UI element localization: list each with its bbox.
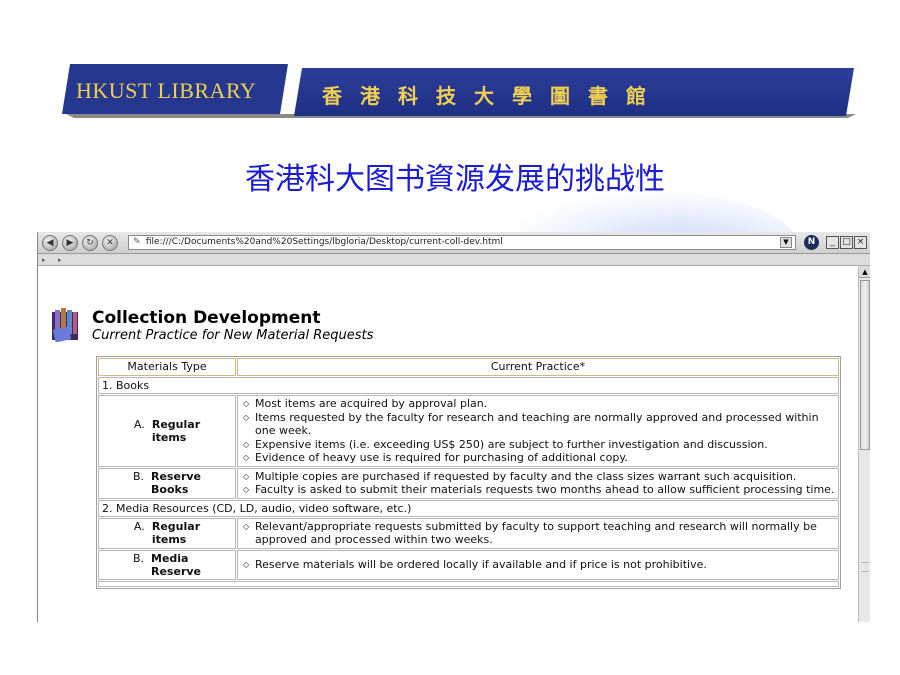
browser-window: ◀ ▶ ↻ ✕ ✎ file:///C:/Documents%20and%20S…: [37, 232, 870, 622]
books-icon: [52, 308, 78, 342]
address-bar[interactable]: ✎ file:///C:/Documents%20and%20Settings/…: [128, 235, 796, 250]
current-practice-header: Current Practice*: [237, 358, 839, 376]
item-letter: A.: [133, 417, 145, 431]
banner-chinese-text: 香港科技大學圖書館: [322, 84, 664, 108]
item-label-second: Reserve: [151, 564, 201, 578]
tab-strip: ▸ ▸: [38, 254, 870, 266]
item-label-second: Books: [151, 483, 189, 496]
item-letter: B.: [133, 551, 145, 565]
list-item: Expensive items (i.e. exceeding US$ 250)…: [241, 438, 835, 452]
practice-table: Materials Type Current Practice* 1. Book…: [96, 356, 841, 589]
page-icon: ✎: [133, 237, 141, 247]
list-item: Items requested by the faculty for resea…: [241, 411, 835, 438]
reload-icon[interactable]: ↻: [82, 235, 98, 251]
material-type-cell: B. Media Reserve: [98, 549, 236, 580]
address-dropdown-icon[interactable]: ▼: [780, 237, 792, 248]
library-banner: HKUST LIBRARY 香港科技大學圖書館: [62, 64, 858, 118]
materials-type-header: Materials Type: [98, 358, 236, 376]
vertical-scrollbar[interactable]: ▲: [858, 266, 870, 622]
list-item: Multiple copies are purchased if request…: [241, 470, 835, 484]
list-item: Relevant/appropriate requests submitted …: [241, 520, 835, 547]
material-type-cell: B. Reserve Books: [98, 467, 236, 499]
item-label: Reserve: [151, 470, 201, 483]
table-row: A. Regular items Most items are acquired …: [98, 395, 839, 467]
item-label-second: items: [151, 430, 187, 444]
close-icon[interactable]: ×: [854, 236, 867, 249]
material-type-cell: A. Regular items: [98, 395, 236, 467]
scroll-up-icon[interactable]: ▲: [859, 266, 870, 278]
item-label: Regular: [151, 417, 201, 431]
page-subheading: Current Practice for New Material Reques…: [92, 328, 374, 343]
banner-english-text: HKUST LIBRARY: [76, 78, 257, 103]
practice-cell: Relevant/appropriate requests submitted …: [237, 517, 839, 549]
section-title: 1. Books: [98, 377, 839, 394]
slide-title: 香港科大图书資源发展的挑战性: [245, 162, 665, 197]
table-row: B. Reserve Books Multiple copies are purc…: [98, 467, 839, 499]
scroll-grip-icon: [861, 562, 869, 572]
practice-cell: Multiple copies are purchased if request…: [237, 467, 839, 499]
back-icon[interactable]: ◀: [42, 235, 58, 251]
maximize-icon[interactable]: □: [840, 236, 853, 249]
tab-scroll-left-icon[interactable]: ▸: [42, 254, 46, 266]
tab-scroll-right-icon[interactable]: ▸: [58, 254, 62, 266]
section-row: 2. Media Resources (CD, LD, audio, video…: [98, 499, 839, 517]
practice-cell: Reserve materials will be ordered locall…: [237, 549, 839, 580]
banner-chinese-panel: 香港科技大學圖書館: [294, 68, 854, 116]
table-header-row: Materials Type Current Practice*: [98, 358, 839, 376]
material-type-cell: A. Regular items: [98, 517, 236, 549]
browser-logo-icon: N: [804, 235, 819, 250]
list-item: Most items are acquired by approval plan…: [241, 397, 835, 411]
browser-toolbar: ◀ ▶ ↻ ✕ ✎ file:///C:/Documents%20and%20S…: [38, 232, 870, 254]
item-label: Media: [151, 551, 189, 565]
section-row: 1. Books: [98, 377, 839, 394]
item-letter: B.: [133, 470, 145, 483]
minimize-icon[interactable]: _: [826, 236, 839, 249]
section-title: 2. Media Resources (CD, LD, audio, video…: [98, 499, 839, 517]
item-label: Regular: [151, 520, 201, 533]
item-letter: A.: [133, 520, 145, 533]
forward-icon[interactable]: ▶: [62, 235, 78, 251]
table-row: [98, 580, 839, 587]
list-item: Faculty is asked to submit their materia…: [241, 483, 835, 497]
scroll-thumb[interactable]: [860, 280, 870, 450]
practice-cell: Most items are acquired by approval plan…: [237, 395, 839, 467]
banner-english-panel: HKUST LIBRARY: [62, 64, 288, 114]
item-label-second: items: [151, 533, 187, 546]
list-item: Reserve materials will be ordered locall…: [241, 558, 835, 572]
list-item: Evidence of heavy use is required for pu…: [241, 451, 835, 465]
stop-icon[interactable]: ✕: [102, 235, 118, 251]
page-content: Collection Development Current Practice …: [38, 266, 858, 622]
empty-cell: [98, 580, 839, 587]
table-row: B. Media Reserve Reserve materials will b…: [98, 549, 839, 580]
page-heading: Collection Development: [92, 308, 321, 328]
address-text: file:///C:/Documents%20and%20Settings/lb…: [145, 237, 503, 247]
table-row: A. Regular items Relevant/appropriate req…: [98, 517, 839, 549]
